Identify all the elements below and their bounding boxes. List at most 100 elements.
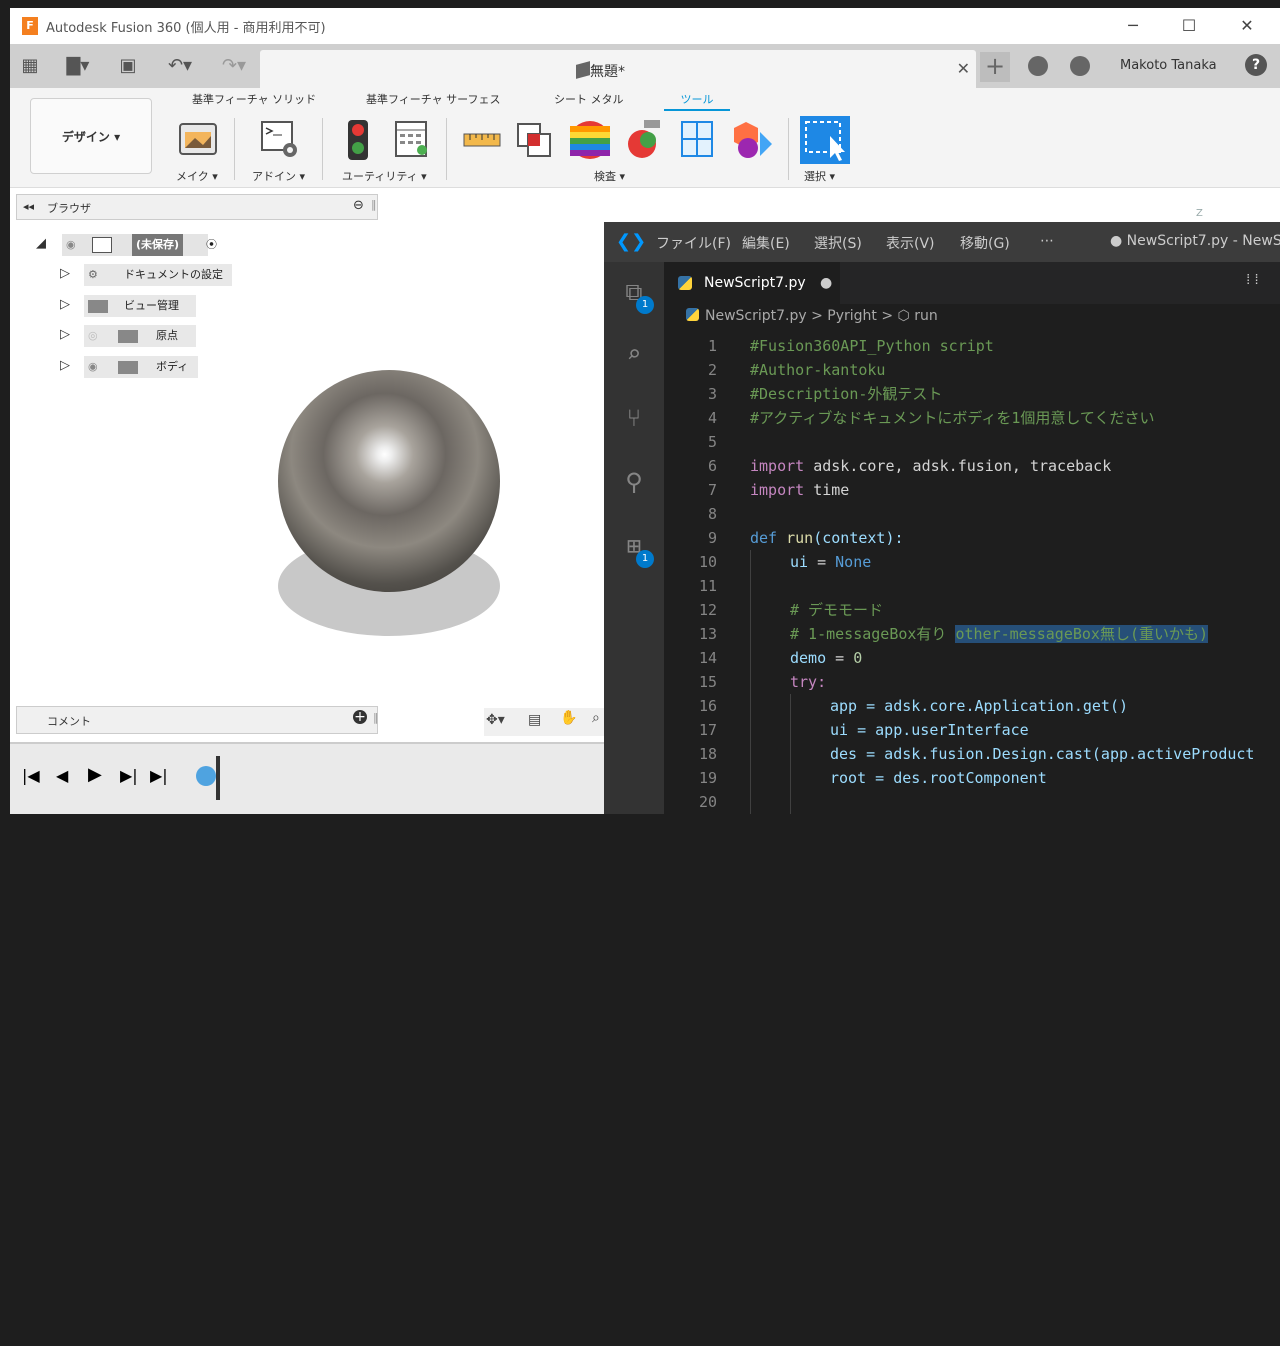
code-line: import adsk.core, adsk.fusion, traceback [750,454,1111,478]
eye-icon[interactable]: ◉ [66,234,76,256]
tree-item-label: ビュー管理 [124,299,179,312]
new-tab-button[interactable]: + [980,52,1010,82]
make-3d-print-icon[interactable] [178,118,218,162]
document-tab[interactable]: 無題* ✕ [260,50,976,88]
code-token: # 1-messageBox有り [790,625,956,643]
measure-icon[interactable] [462,118,502,162]
app-grid-icon[interactable]: ▦ [18,52,42,80]
step-forward-icon[interactable]: ▶| [120,766,138,785]
folder-icon [118,330,138,343]
tree-root-row[interactable]: ◉ (未保存) [62,234,208,256]
ribbon-separator [234,118,235,180]
play-icon[interactable]: ▶ [88,764,102,785]
traffic-light-icon[interactable] [342,118,382,162]
panel-grip-icon[interactable]: ‖ [373,711,379,724]
undo-icon[interactable]: ↶▾ [158,52,202,80]
tree-item-label: 原点 [156,329,178,342]
parameters-icon[interactable] [394,118,434,162]
timeline-marker-icon[interactable] [196,766,216,786]
menu-file[interactable]: ファイル(F) [656,233,731,253]
user-name[interactable]: Makoto Tanaka [1120,58,1217,73]
viewcube-icon[interactable]: Z [1196,208,1203,219]
tree-expand-icon[interactable]: ▷ [60,327,70,342]
section-analysis-icon[interactable] [678,118,718,162]
group-select[interactable]: 選択 ▾ [804,168,835,184]
menu-go[interactable]: 移動(G) [960,233,1010,253]
go-to-start-icon[interactable]: |◀ [22,766,40,785]
select-cursor-icon[interactable] [800,116,850,164]
editor-actions-icon[interactable]: ⁞⁞ [1244,272,1261,289]
tab-solid[interactable]: 基準フィーチャ ソリッド [192,91,316,107]
comment-panel-header: コメント + ‖ [16,706,379,734]
minimize-button[interactable]: ─ [1118,14,1148,38]
go-to-end-icon[interactable]: ▶| [150,766,168,785]
draft-analysis-icon[interactable] [624,118,664,162]
job-status-icon[interactable] [1028,56,1048,76]
menu-view[interactable]: 表示(V) [886,233,935,253]
component-color-icon[interactable] [732,118,772,162]
source-control-icon[interactable]: ⑂ [618,402,650,434]
tree-expand-icon[interactable]: ▷ [60,266,70,281]
tree-item-origin[interactable]: ◎ 原点 [84,325,196,347]
look-at-icon[interactable]: ▤ [528,712,541,728]
eye-hidden-icon[interactable]: ◎ [88,325,98,347]
timeline-playhead[interactable] [216,756,220,800]
scripts-addins-icon[interactable] [260,118,300,162]
file-menu-icon[interactable]: ▇▾ [58,52,98,80]
vscode-window-title: ● NewScript7.py - NewSc [1110,233,1280,249]
clock-icon[interactable] [1070,56,1090,76]
activity-bar: ⧉ 1 ⌕ ⑂ ⚲ ⊞ 1 [604,262,664,814]
gear-icon: ⚙ [88,268,98,281]
tree-item-views[interactable]: ビュー管理 [84,295,196,317]
zebra-analysis-icon[interactable] [568,118,610,162]
group-make[interactable]: メイク ▾ [176,168,218,184]
window-title: Autodesk Fusion 360 (個人用 - 商用利用不可) [46,21,326,36]
add-comment-icon[interactable]: + [353,710,367,724]
tab-tools[interactable]: ツール [664,91,730,111]
code-token: demo [790,649,827,667]
vscode-window: ❮❯ ファイル(F) 編集(E) 選択(S) 表示(V) 移動(G) ⋯ ● N… [604,222,1280,814]
activate-radio-icon[interactable]: ⦿ [206,234,228,256]
group-addins[interactable]: アドイン ▾ [252,168,305,184]
panel-grip-icon[interactable]: ‖ [371,198,377,211]
pan-hand-icon[interactable]: ✋ [560,710,577,726]
orbit-icon[interactable]: ✥▾ [486,712,505,728]
ribbon-separator [322,118,323,180]
line-number: 1 [707,337,717,355]
step-back-icon[interactable]: ◀ [56,766,68,785]
tree-expand-icon[interactable]: ▷ [60,297,70,312]
line-number: 16 [698,697,717,715]
menu-more[interactable]: ⋯ [1040,233,1054,249]
ribbon-separator [446,118,447,180]
minus-circle-icon[interactable]: ⊖ [353,198,364,213]
tree-item-doc-settings[interactable]: ⚙ ドキュメントの設定 [84,264,232,286]
tab-surface[interactable]: 基準フィーチャ サーフェス [366,91,501,107]
menu-selection[interactable]: 選択(S) [814,233,862,253]
redo-icon[interactable]: ↷▾ [212,52,256,80]
editor-tab-newscript7[interactable]: NewScript7.py ● [664,262,840,304]
tree-expand-icon[interactable]: ◢ [36,236,46,251]
tree-item-bodies[interactable]: ◉ ボディ [84,356,198,378]
eye-icon[interactable]: ◉ [88,356,98,378]
breadcrumb[interactable]: NewScript7.py > Pyright > ⬡ run [664,308,938,324]
line-number: 19 [698,769,717,787]
collapse-browser-icon[interactable]: ◂◂ [23,200,34,213]
close-window-button[interactable]: ✕ [1232,14,1262,38]
unsaved-dot-icon[interactable]: ● [820,275,832,291]
menu-edit[interactable]: 編集(E) [742,233,790,253]
search-icon[interactable]: ⌕ [618,338,650,370]
close-document-icon[interactable]: ✕ [957,59,970,78]
group-inspect[interactable]: 検査 ▾ [594,168,625,184]
help-icon[interactable]: ? [1245,54,1267,76]
save-icon[interactable]: ▣ [116,52,140,80]
maximize-button[interactable]: ☐ [1174,14,1204,38]
workspace-switcher[interactable]: デザイン ▾ [30,98,152,174]
interference-icon[interactable] [514,118,554,162]
group-utility[interactable]: ユーティリティ ▾ [342,168,427,184]
code-editor[interactable]: 1 2 3 4 5 6 7 8 9 10 11 12 13 14 15 16 1… [664,334,1280,814]
tree-expand-icon[interactable]: ▷ [60,358,70,373]
debug-icon[interactable]: ⚲ [618,466,650,498]
zoom-icon[interactable]: ⌕ [592,710,600,726]
tab-sheet-metal[interactable]: シート メタル [554,91,624,107]
chrome-sphere-body[interactable] [278,370,500,592]
